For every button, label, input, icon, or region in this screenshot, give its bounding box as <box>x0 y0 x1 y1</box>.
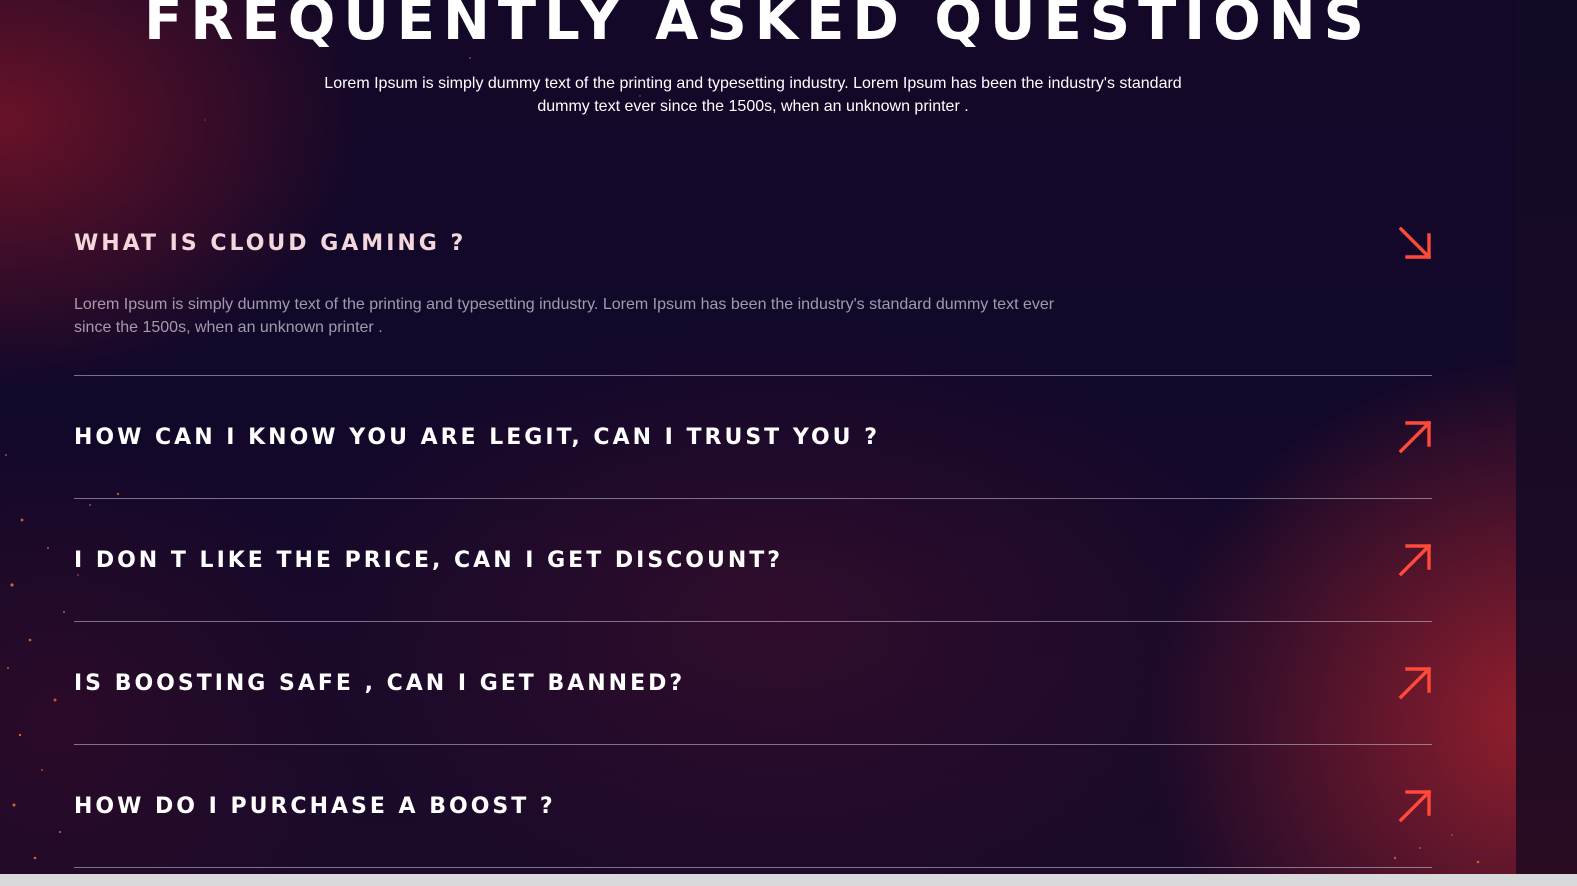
page-title: FREQUENTLY ASKED QUESTIONS <box>144 0 1372 53</box>
arrow-up-right-icon[interactable] <box>1398 543 1432 577</box>
faq-answer: Lorem Ipsum is simply dummy text of the … <box>74 296 1055 336</box>
faq-page: FREQUENTLY ASKED QUESTIONS Lorem Ipsum i… <box>0 0 1577 886</box>
faq-item-boosting-safe[interactable]: IS BOOSTING SAFE , CAN I GET BANNED? <box>74 621 1432 745</box>
faq-question[interactable]: IS BOOSTING SAFE , CAN I GET BANNED? <box>74 670 685 698</box>
page-subtitle: Lorem Ipsum is simply dummy text of the … <box>324 75 1182 115</box>
arrow-up-right-icon[interactable] <box>1398 420 1432 454</box>
arrow-up-right-icon[interactable] <box>1398 666 1432 700</box>
faq-item-cloud-gaming[interactable]: WHAT IS CLOUD GAMING ? Lorem Ipsum is si… <box>74 226 1432 376</box>
faq-item-purchase-boost[interactable]: HOW DO I PURCHASE A BOOST ? <box>74 744 1432 868</box>
right-edge-panel <box>1516 0 1577 874</box>
bottom-scroll-bar[interactable] <box>0 874 1577 886</box>
faq-item-legit-trust[interactable]: HOW CAN I KNOW YOU ARE LEGIT, CAN I TRUS… <box>74 375 1432 499</box>
faq-item-price-discount[interactable]: I DON T LIKE THE PRICE, CAN I GET DISCOU… <box>74 498 1432 622</box>
faq-question[interactable]: WHAT IS CLOUD GAMING ? <box>74 230 466 258</box>
arrow-down-right-icon[interactable] <box>1398 226 1432 260</box>
arrow-up-right-icon[interactable] <box>1398 789 1432 823</box>
faq-question[interactable]: I DON T LIKE THE PRICE, CAN I GET DISCOU… <box>74 547 783 575</box>
faq-question[interactable]: HOW CAN I KNOW YOU ARE LEGIT, CAN I TRUS… <box>74 424 880 452</box>
faq-question[interactable]: HOW DO I PURCHASE A BOOST ? <box>74 793 556 821</box>
